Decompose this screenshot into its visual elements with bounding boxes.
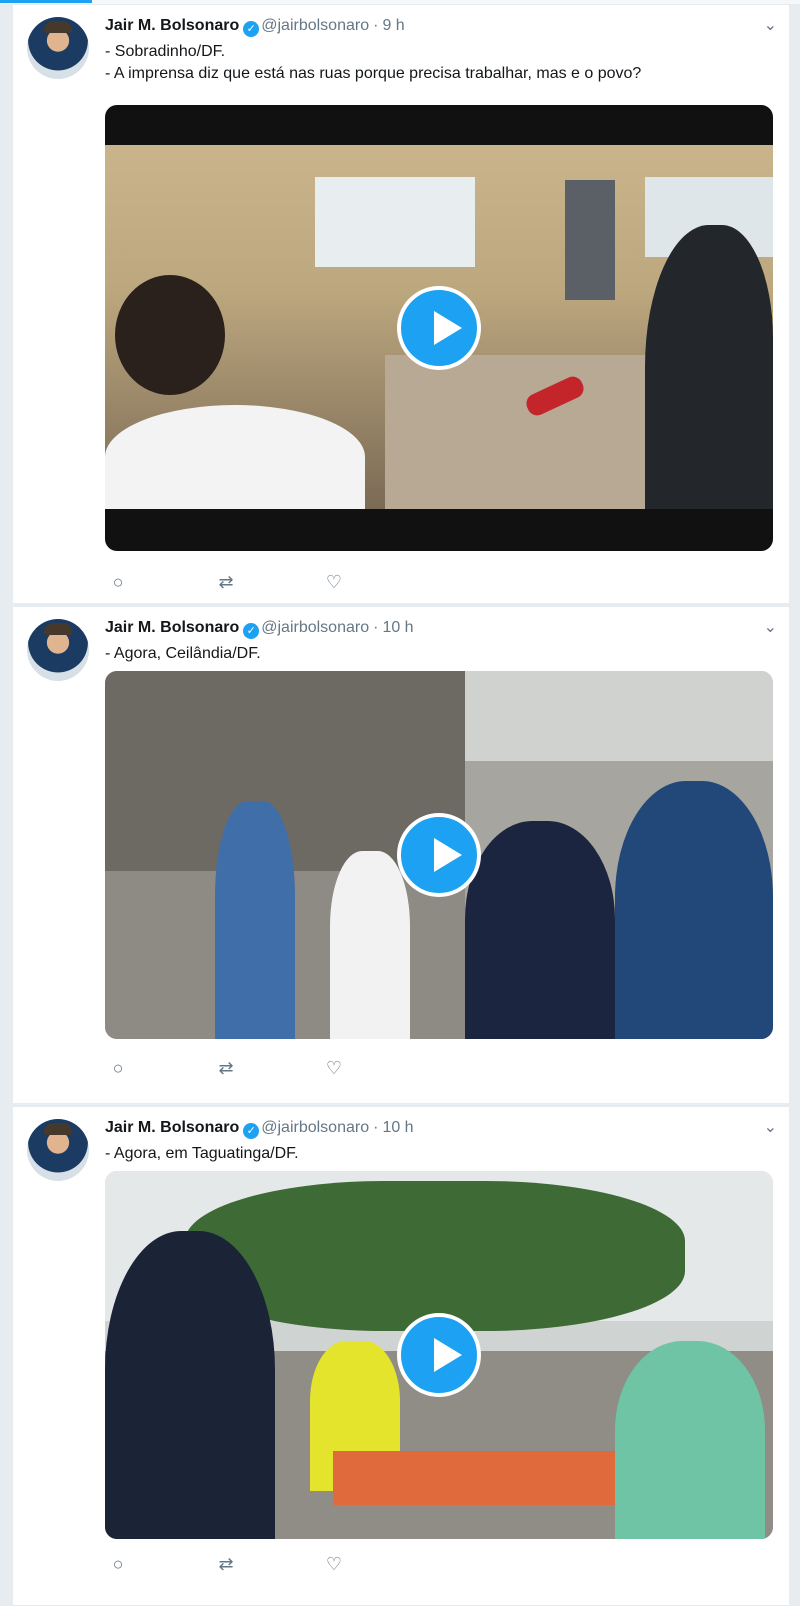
person-figure (330, 851, 410, 1039)
chevron-down-icon[interactable]: ⌄ (764, 617, 777, 637)
verified-badge-icon: ✓ (243, 21, 260, 37)
chevron-down-icon[interactable]: ⌄ (764, 15, 777, 35)
reply-icon[interactable]: ○ (105, 569, 131, 595)
counter-shape (385, 355, 655, 509)
video-player[interactable] (105, 671, 773, 1039)
reply-icon[interactable]: ○ (105, 1055, 131, 1081)
author-name[interactable]: Jair M. Bolsonaro (105, 17, 239, 34)
person-figure (105, 405, 365, 509)
tweet-header: Jair M. Bolsonaro ✓ @jairbolsonaro · 10 h (105, 1119, 414, 1141)
separator-dot: · (373, 17, 379, 34)
person-figure (115, 275, 225, 395)
table-shape (333, 1451, 633, 1505)
retweet-icon[interactable]: ⇄ (213, 1551, 239, 1577)
chevron-down-icon[interactable]: ⌄ (764, 1117, 777, 1137)
tweet-time[interactable]: 10 h (382, 619, 413, 636)
person-figure (105, 1231, 275, 1539)
avatar[interactable] (27, 17, 89, 79)
reply-icon[interactable]: ○ (105, 1551, 131, 1577)
tweet-text-line: - Agora, em Taguatinga/DF. (105, 1145, 299, 1162)
person-figure (615, 781, 773, 1039)
tweet-text-line: - Sobradinho/DF. (105, 43, 226, 60)
tweet-text: - Agora, em Taguatinga/DF. (105, 1143, 775, 1165)
tweet-text-line: - A imprensa diz que está nas ruas porqu… (105, 65, 642, 82)
person-figure (565, 180, 615, 300)
heart-icon[interactable]: ♡ (321, 1551, 347, 1577)
play-icon[interactable] (397, 1313, 481, 1397)
top-accent-line (0, 0, 92, 3)
verified-badge-icon: ✓ (243, 1123, 260, 1139)
avatar[interactable] (27, 1119, 89, 1181)
building-shape (465, 671, 773, 761)
author-handle[interactable]: @jairbolsonaro (261, 17, 369, 34)
heart-icon[interactable]: ♡ (321, 1055, 347, 1081)
video-player[interactable] (105, 1171, 773, 1539)
video-player[interactable] (105, 105, 773, 551)
tweet-time[interactable]: 10 h (382, 1119, 413, 1136)
retweet-icon[interactable]: ⇄ (213, 1055, 239, 1081)
separator-dot: · (373, 1119, 379, 1136)
avatar[interactable] (27, 619, 89, 681)
tweet-text-line: - Agora, Ceilândia/DF. (105, 645, 261, 662)
tweet-text: - Sobradinho/DF. - A imprensa diz que es… (105, 41, 775, 85)
separator-dot: · (373, 619, 379, 636)
person-figure (645, 225, 773, 509)
video-window (315, 177, 475, 267)
tweet-header: Jair M. Bolsonaro ✓ @jairbolsonaro · 9 h (105, 17, 405, 39)
person-figure (215, 801, 295, 1039)
verified-badge-icon: ✓ (243, 623, 260, 639)
heart-icon[interactable]: ♡ (321, 569, 347, 595)
play-icon[interactable] (397, 286, 481, 370)
retweet-icon[interactable]: ⇄ (213, 569, 239, 595)
play-icon[interactable] (397, 813, 481, 897)
person-figure (615, 1341, 765, 1539)
tweet-header: Jair M. Bolsonaro ✓ @jairbolsonaro · 10 h (105, 619, 414, 641)
author-handle[interactable]: @jairbolsonaro (261, 619, 369, 636)
tweet-text: - Agora, Ceilândia/DF. (105, 643, 775, 665)
tweet-card[interactable]: Jair M. Bolsonaro ✓ @jairbolsonaro · 10 h ⌄ … (12, 606, 790, 1104)
tweet-card[interactable]: Jair M. Bolsonaro ✓ @jairbolsonaro · 10 h ⌄ … (12, 1106, 790, 1606)
author-name[interactable]: Jair M. Bolsonaro (105, 619, 239, 636)
tweet-card[interactable]: Jair M. Bolsonaro ✓ @jairbolsonaro · 9 h ⌄ -… (12, 4, 790, 604)
tweet-time[interactable]: 9 h (382, 17, 404, 34)
author-name[interactable]: Jair M. Bolsonaro (105, 1119, 239, 1136)
author-handle[interactable]: @jairbolsonaro (261, 1119, 369, 1136)
person-figure (465, 821, 615, 1039)
